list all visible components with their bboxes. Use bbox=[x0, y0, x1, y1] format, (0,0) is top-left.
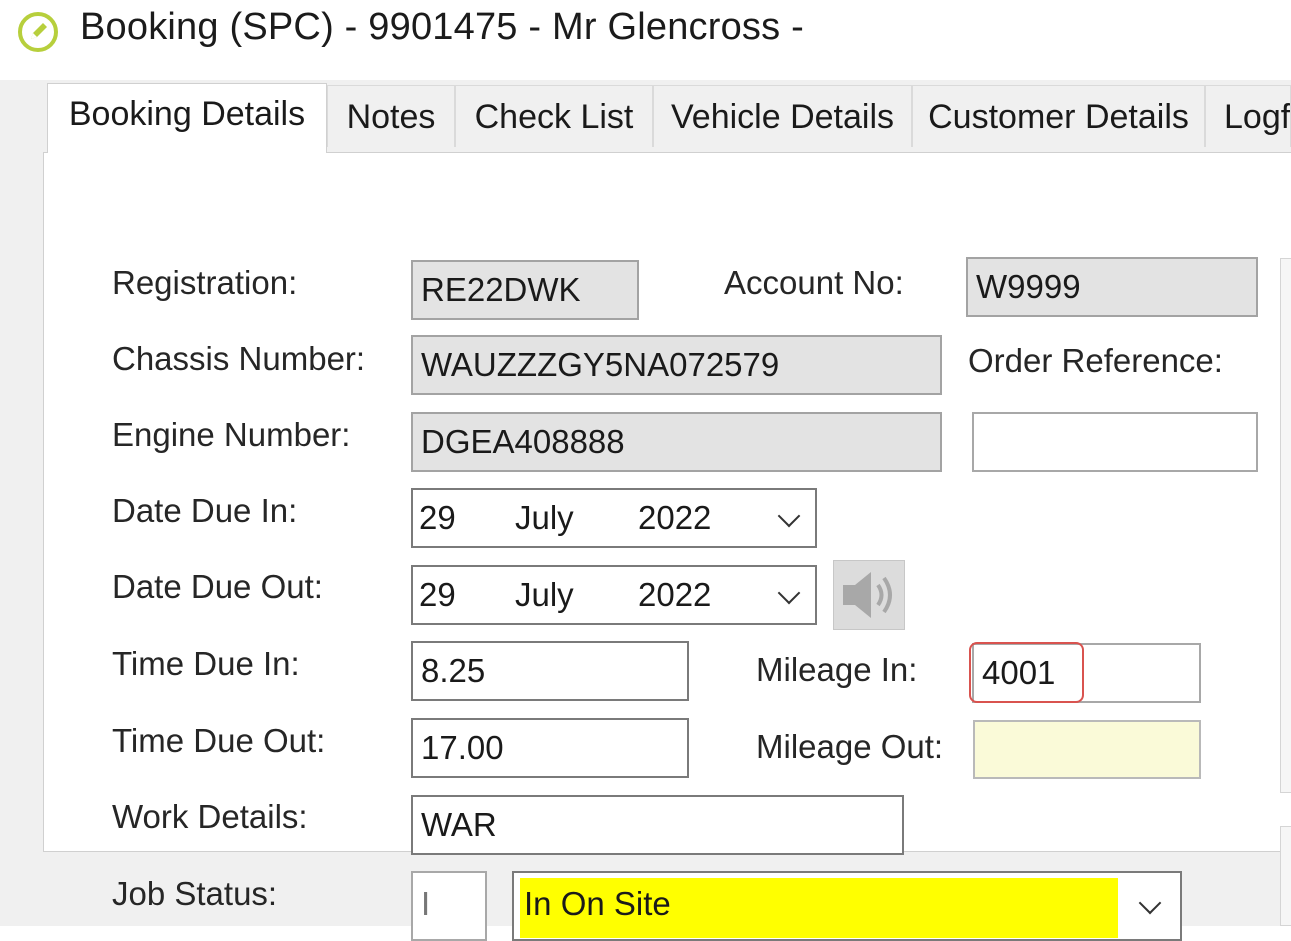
order-reference-field[interactable] bbox=[972, 412, 1258, 472]
tab-notes[interactable]: Notes bbox=[327, 85, 455, 147]
sound-button[interactable] bbox=[833, 560, 905, 630]
side-group-box-lower bbox=[1280, 826, 1291, 926]
tab-logf[interactable]: Logf bbox=[1205, 85, 1291, 147]
window-title: Booking (SPC) - 9901475 - Mr Glencross - bbox=[80, 6, 804, 48]
account-no-label: Account No: bbox=[724, 264, 904, 301]
date-due-in-label: Date Due In: bbox=[112, 492, 298, 529]
job-status-value: In On Site bbox=[520, 878, 1118, 938]
tab-customer-details[interactable]: Customer Details bbox=[912, 85, 1205, 147]
date-due-out-label: Date Due Out: bbox=[112, 568, 323, 605]
work-details-label: Work Details: bbox=[112, 798, 308, 835]
mileage-out-label: Mileage Out: bbox=[756, 728, 944, 765]
date-due-in-picker[interactable]: 29 July 2022 bbox=[411, 488, 817, 548]
chevron-down-icon[interactable] bbox=[1138, 891, 1162, 915]
time-due-in-field[interactable]: 8.25 bbox=[411, 641, 689, 701]
tab-vehicle-details[interactable]: Vehicle Details bbox=[653, 85, 912, 147]
speaker-icon bbox=[843, 572, 892, 618]
date-due-in-year[interactable]: 2022 bbox=[638, 499, 711, 537]
chassis-number-field[interactable]: WAUZZZGY5NA072579 bbox=[411, 335, 942, 395]
pencil-circle-icon bbox=[18, 12, 58, 52]
tab-check-list[interactable]: Check List bbox=[455, 85, 653, 147]
chassis-number-label: Chassis Number: bbox=[112, 340, 366, 377]
registration-label: Registration: bbox=[112, 264, 298, 301]
work-details-field[interactable]: WAR bbox=[411, 795, 904, 855]
registration-field[interactable]: RE22DWK bbox=[411, 260, 639, 320]
time-due-out-label: Time Due Out: bbox=[112, 722, 326, 759]
engine-number-field[interactable]: DGEA408888 bbox=[411, 412, 942, 472]
chevron-down-icon[interactable] bbox=[777, 504, 801, 528]
tab-booking-details[interactable]: Booking Details bbox=[47, 83, 327, 153]
date-due-in-month[interactable]: July bbox=[515, 499, 574, 537]
mileage-in-highlight bbox=[969, 642, 1084, 703]
job-status-dropdown[interactable]: In On Site bbox=[512, 871, 1182, 941]
mileage-in-label: Mileage In: bbox=[756, 651, 918, 688]
job-status-label: Job Status: bbox=[112, 875, 278, 912]
account-no-field[interactable]: W9999 bbox=[966, 257, 1258, 317]
date-due-out-month[interactable]: July bbox=[515, 576, 574, 614]
date-due-out-year[interactable]: 2022 bbox=[638, 576, 711, 614]
engine-number-label: Engine Number: bbox=[112, 416, 351, 453]
time-due-in-label: Time Due In: bbox=[112, 645, 300, 682]
order-reference-label: Order Reference: bbox=[968, 342, 1223, 379]
date-due-out-picker[interactable]: 29 July 2022 bbox=[411, 565, 817, 625]
side-group-box bbox=[1280, 258, 1291, 793]
date-due-out-day[interactable]: 29 bbox=[419, 576, 456, 614]
title-bar: Booking (SPC) - 9901475 - Mr Glencross - bbox=[0, 0, 1291, 80]
chevron-down-icon[interactable] bbox=[777, 581, 801, 605]
date-due-in-day[interactable]: 29 bbox=[419, 499, 456, 537]
mileage-out-field[interactable] bbox=[973, 720, 1201, 779]
time-due-out-field[interactable]: 17.00 bbox=[411, 718, 689, 778]
job-status-code-field[interactable]: I bbox=[411, 871, 487, 941]
